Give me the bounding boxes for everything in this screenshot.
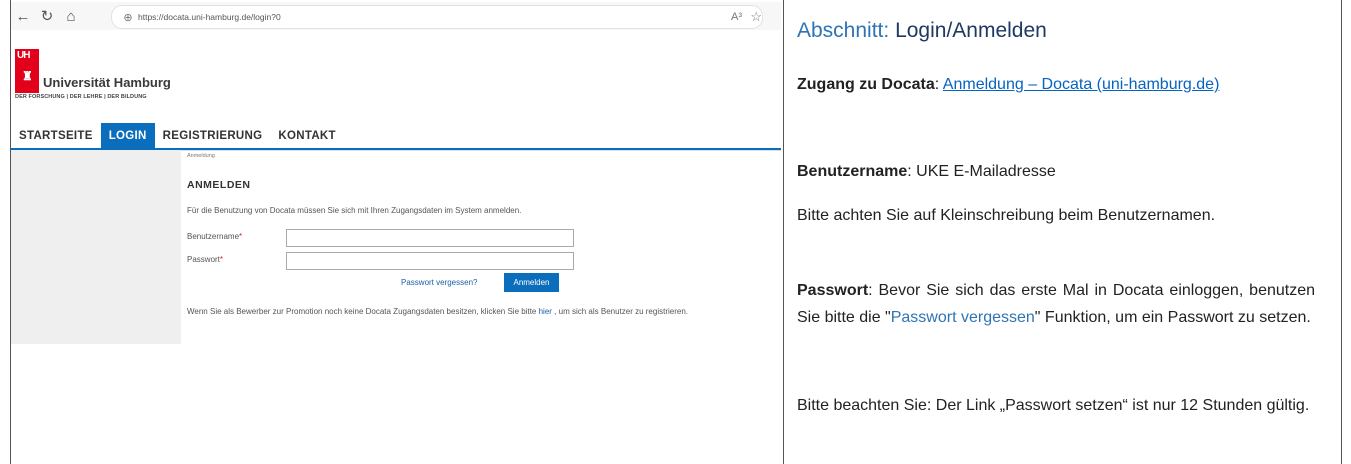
nav-startseite[interactable]: STARTSEITE — [11, 123, 101, 148]
password-input[interactable] — [286, 252, 574, 270]
refresh-icon[interactable]: ↻ — [35, 7, 59, 25]
nav-kontakt[interactable]: KONTAKT — [270, 123, 343, 148]
column-divider — [783, 0, 784, 464]
access-paragraph: Zugang zu Docata: Anmeldung – Docata (un… — [797, 76, 1220, 93]
nav-login[interactable]: LOGIN — [100, 123, 155, 148]
login-heading: ANMELDEN — [187, 179, 251, 191]
password-label: Passwort* — [187, 255, 224, 264]
username-paragraph: Benutzername: UKE E-Mailadresse — [797, 163, 1056, 180]
login-button[interactable]: Anmelden — [504, 273, 559, 292]
breadcrumb[interactable]: Anmeldung — [187, 153, 215, 159]
password-paragraph: Passwort: Bevor Sie sich das erste Mal i… — [797, 282, 1315, 326]
validity-paragraph: Bitte beachten Sie: Der Link „Passwort s… — [797, 397, 1310, 414]
star-icon[interactable]: ☆ — [750, 9, 762, 25]
username-input[interactable] — [286, 229, 574, 247]
arrow-left-icon[interactable]: ← — [11, 8, 35, 25]
forgot-password-link[interactable]: Passwort vergessen? — [401, 278, 477, 287]
castle-icon: ♜ — [22, 69, 33, 83]
username-label: Benutzername* — [187, 232, 243, 241]
login-screenshot: ← ↻ ⌂ ⊕ https://docata.uni-hamburg.de/lo… — [11, 2, 781, 344]
registration-note: Wenn Sie als Bewerber zur Promotion noch… — [187, 307, 689, 316]
university-name: Universität Hamburg — [43, 75, 171, 90]
register-here-link[interactable]: hier — [539, 307, 552, 316]
url-text: https://docata.uni-hamburg.de/login?0 — [138, 12, 281, 22]
uhh-logo[interactable]: UH ♜ — [15, 49, 39, 93]
browser-bar: ← ↻ ⌂ ⊕ https://docata.uni-hamburg.de/lo… — [11, 2, 781, 30]
passwort-vergessen-ref: Passwort vergessen — [890, 309, 1035, 326]
university-tagline: DER FORSCHUNG | DER LEHRE | DER BILDUNG — [15, 94, 147, 100]
nav-registrierung[interactable]: REGISTRIERUNG — [155, 123, 271, 148]
section-title: Abschnitt: Login/Anmelden — [797, 19, 1047, 42]
home-icon[interactable]: ⌂ — [59, 8, 83, 25]
page-info-icon[interactable]: ⊕ — [118, 11, 138, 24]
docata-link[interactable]: Anmeldung – Docata (uni-hamburg.de) — [943, 76, 1220, 93]
content-top-border — [181, 150, 781, 151]
sidebar — [11, 150, 181, 344]
address-bar[interactable]: ⊕ https://docata.uni-hamburg.de/login?0 … — [111, 5, 763, 29]
logo-mark: UH — [17, 50, 30, 61]
case-paragraph: Bitte achten Sie auf Kleinschreibung bei… — [797, 207, 1216, 224]
login-intro: Für die Benutzung von Docata müssen Sie … — [187, 206, 522, 215]
main-nav: STARTSEITE LOGIN REGISTRIERUNG KONTAKT — [11, 123, 781, 148]
read-aloud-icon[interactable]: A³ — [731, 11, 742, 23]
